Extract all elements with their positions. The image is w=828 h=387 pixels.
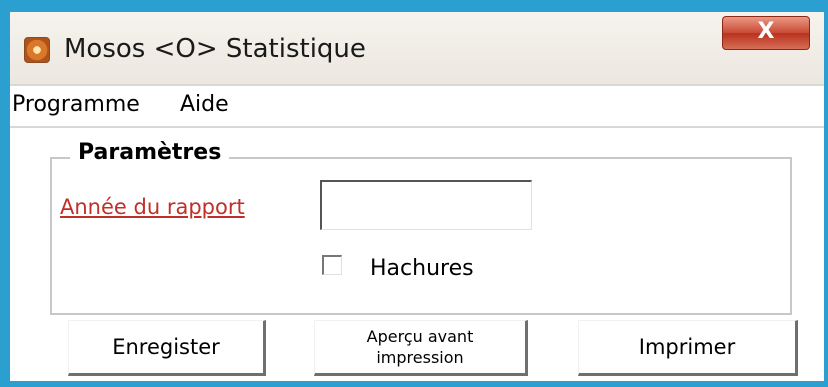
print-preview-button[interactable]: Aperçu avant impression [314,320,528,376]
report-year-label[interactable]: Année du rapport [60,195,245,219]
hatch-checkbox[interactable] [322,255,342,275]
menu-item-aide[interactable]: Aide [180,92,229,117]
print-preview-label-line2: impression [376,348,464,367]
hatch-checkbox-label[interactable]: Hachures [370,256,474,281]
menu-item-programme[interactable]: Programme [12,92,140,117]
print-preview-label-line1: Aperçu avant [366,327,474,346]
window-title: Mosos <O> Statistique [64,34,366,64]
print-button[interactable]: Imprimer [578,320,798,376]
title-bar: Mosos <O> Statistique X [10,12,824,84]
menu-bar: Programme Aide [10,84,824,128]
app-logo-icon [24,37,50,63]
close-icon: X [757,19,775,44]
parameters-group-label: Paramètres [70,140,230,165]
save-button[interactable]: Enregister [68,320,266,376]
application-window: Mosos <O> Statistique X Programme Aide P… [0,0,828,387]
close-button[interactable]: X [722,16,810,50]
report-year-input[interactable] [320,180,532,230]
